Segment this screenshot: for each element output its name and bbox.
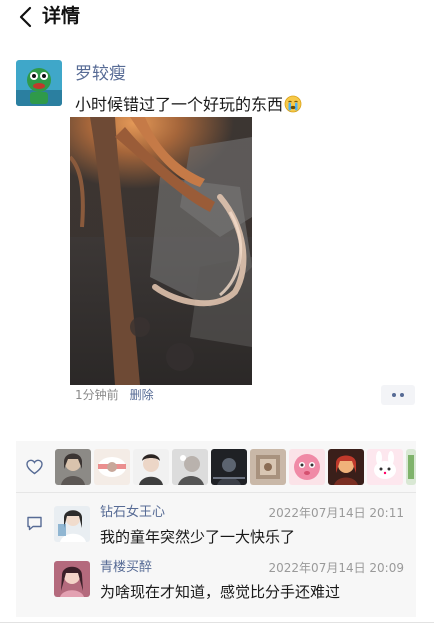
more-dots-icon bbox=[392, 393, 396, 397]
like-avatar[interactable] bbox=[172, 449, 208, 485]
like-avatar[interactable] bbox=[250, 449, 286, 485]
comment-item: 青楼买醉 2022年07月14日 20:09 为啥现在才知道，感觉比分手还难过 bbox=[54, 558, 416, 606]
like-avatar[interactable] bbox=[289, 449, 325, 485]
like-avatar[interactable] bbox=[211, 449, 247, 485]
commenter-avatar[interactable] bbox=[54, 506, 90, 542]
commenter-name[interactable]: 青楼买醉 bbox=[100, 560, 152, 576]
crying-face-emoji bbox=[284, 95, 302, 113]
more-dots-icon bbox=[400, 393, 404, 397]
comment-time: 2022年07月14日 20:11 bbox=[268, 506, 404, 520]
like-avatar[interactable] bbox=[406, 449, 416, 485]
comment-item: 钻石女王心 2022年07月14日 20:11 我的童年突然少了一大快乐了 bbox=[54, 503, 416, 551]
commenter-avatar[interactable] bbox=[54, 561, 90, 597]
like-avatar[interactable] bbox=[55, 449, 91, 485]
post-time: 1分钟前 bbox=[75, 388, 119, 402]
back-button[interactable] bbox=[14, 4, 40, 30]
author-name[interactable]: 罗较瘦 bbox=[75, 64, 126, 84]
comment-outline-icon bbox=[27, 516, 42, 531]
post-text-content: 小时候错过了一个好玩的东西 bbox=[75, 95, 284, 114]
delete-link[interactable]: 删除 bbox=[130, 388, 154, 402]
like-avatar[interactable] bbox=[94, 449, 130, 485]
top-bar: 详情 bbox=[0, 0, 434, 32]
author-avatar[interactable] bbox=[16, 60, 62, 106]
comment-text[interactable]: 我的童年突然少了一大快乐了 bbox=[100, 527, 295, 547]
like-avatar[interactable] bbox=[328, 449, 364, 485]
likes-row bbox=[16, 441, 416, 492]
commenter-name[interactable]: 钻石女王心 bbox=[100, 505, 165, 521]
more-button[interactable] bbox=[381, 385, 415, 405]
post-meta: 1分钟前 删除 bbox=[75, 388, 154, 402]
post-text: 小时候错过了一个好玩的东西 bbox=[75, 95, 302, 115]
like-avatar[interactable] bbox=[367, 449, 403, 485]
like-avatar[interactable] bbox=[133, 449, 169, 485]
comment-time: 2022年07月14日 20:09 bbox=[268, 561, 404, 575]
likes-divider bbox=[16, 492, 416, 493]
comment-text[interactable]: 为啥现在才知道，感觉比分手还难过 bbox=[100, 582, 340, 602]
chevron-left-icon bbox=[19, 6, 32, 28]
heart-outline-icon bbox=[26, 459, 43, 475]
interaction-panel: 钻石女王心 2022年07月14日 20:11 我的童年突然少了一大快乐了 青楼… bbox=[16, 441, 416, 617]
post-image[interactable] bbox=[70, 117, 252, 385]
page-title: 详情 bbox=[42, 5, 81, 27]
bottom-divider bbox=[0, 622, 434, 623]
